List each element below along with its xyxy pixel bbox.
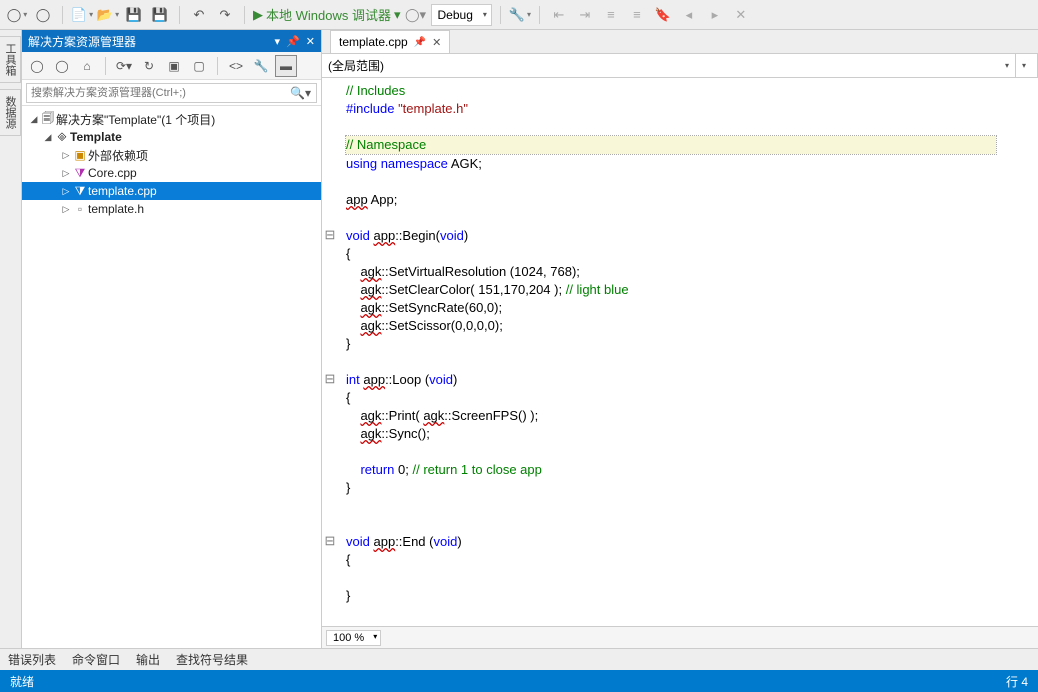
main-area: 工具箱 数据源 解决方案资源管理器 ▾ 📌 ✕ ◯ ◯ ⌂ ⟳▾ ↻ ▣ ▢ <… — [0, 30, 1038, 648]
sync-icon[interactable]: ⟳▾ — [113, 55, 135, 77]
zoom-select[interactable]: 100 % — [326, 630, 381, 646]
run-debug-button[interactable]: ▶ 本地 Windows 调试器 ▾ — [253, 5, 401, 24]
pin-icon[interactable]: 📌 — [414, 37, 426, 48]
project-node[interactable]: ◢🞜Template — [22, 128, 321, 146]
separator — [179, 6, 180, 24]
panel-title-text: 解决方案资源管理器 — [28, 33, 136, 50]
next-bookmark-button[interactable]: ▸ — [704, 4, 726, 26]
tab-template-cpp[interactable]: template.cpp 📌 ✕ — [330, 30, 450, 53]
separator — [217, 57, 218, 75]
editor-area: template.cpp 📌 ✕ (全局范围) ⊟⊟⊟ // Includes#… — [322, 30, 1038, 648]
left-dock-tabs: 工具箱 数据源 — [0, 30, 22, 648]
solution-node[interactable]: ◢🗐解决方案"Template"(1 个项目) — [22, 110, 321, 128]
panel-titlebar: 解决方案资源管理器 ▾ 📌 ✕ — [22, 30, 321, 52]
code-text[interactable]: // Includes#include "template.h" // Name… — [338, 78, 1038, 626]
tab-command[interactable]: 命令窗口 — [72, 651, 120, 668]
tab-errorlist[interactable]: 错误列表 — [8, 651, 56, 668]
fwd-icon[interactable]: ◯ — [51, 55, 73, 77]
separator — [62, 6, 63, 24]
open-button[interactable]: 📂 — [97, 4, 119, 26]
code-editor[interactable]: ⊟⊟⊟ // Includes#include "template.h" // … — [322, 78, 1038, 626]
separator — [500, 6, 501, 24]
close-tab-icon[interactable]: ✕ — [432, 36, 441, 49]
indent-out-button[interactable]: ⇤ — [548, 4, 570, 26]
config-select[interactable]: Debug — [431, 4, 492, 26]
tab-output[interactable]: 输出 — [136, 651, 160, 668]
bottom-dock-tabs: 错误列表 命令窗口 输出 查找符号结果 — [0, 648, 1038, 670]
prev-bookmark-button[interactable]: ◂ — [678, 4, 700, 26]
solution-tree: ◢🗐解决方案"Template"(1 个项目) ◢🞜Template ▷▣外部依… — [22, 106, 321, 648]
solution-explorer-panel: 解决方案资源管理器 ▾ 📌 ✕ ◯ ◯ ⌂ ⟳▾ ↻ ▣ ▢ <> 🔧 ▬ 🔍▾ — [22, 30, 322, 648]
scope-global-select[interactable]: (全局范围) — [322, 54, 1016, 77]
showall-icon[interactable]: ▢ — [188, 55, 210, 77]
panel-close-icon[interactable]: ✕ — [306, 35, 315, 48]
document-tabs: template.cpp 📌 ✕ — [322, 30, 1038, 54]
clear-bookmarks-button[interactable]: ✕ — [730, 4, 752, 26]
scope-bar: (全局范围) — [322, 54, 1038, 78]
save-button[interactable]: 💾 — [123, 4, 145, 26]
panel-toolbar: ◯ ◯ ⌂ ⟳▾ ↻ ▣ ▢ <> 🔧 ▬ — [22, 52, 321, 80]
run-settings-button[interactable]: ◯▾ — [405, 4, 427, 26]
datasources-tab[interactable]: 数据源 — [0, 89, 21, 136]
redo-button[interactable]: ↷ — [214, 4, 236, 26]
main-toolbar: ◯ ◯ 📄 📂 💾 💾 ↶ ↷ ▶ 本地 Windows 调试器 ▾ ◯▾ De… — [0, 0, 1038, 30]
run-label: 本地 Windows 调试器 — [266, 5, 391, 24]
status-left: 就绪 — [10, 673, 34, 690]
zoom-bar: 100 % — [322, 626, 1038, 648]
panel-search: 🔍▾ — [22, 80, 321, 106]
back-icon[interactable]: ◯ — [26, 55, 48, 77]
bookmark-button[interactable]: 🔖 — [652, 4, 674, 26]
status-bar: 就绪 行 4 — [0, 670, 1038, 692]
new-file-button[interactable]: 📄 — [71, 4, 93, 26]
viewcode-icon[interactable]: <> — [225, 55, 247, 77]
nav-fwd-button[interactable]: ◯ — [32, 4, 54, 26]
collapse-icon[interactable]: ▣ — [163, 55, 185, 77]
comment-button[interactable]: ≡ — [626, 4, 648, 26]
save-all-button[interactable]: 💾 — [149, 4, 171, 26]
search-icon[interactable]: 🔍▾ — [290, 86, 311, 100]
separator — [105, 57, 106, 75]
tree-item-template-cpp[interactable]: ▷⧩template.cpp — [22, 182, 321, 200]
refresh-icon[interactable]: ↻ — [138, 55, 160, 77]
tree-item-template-h[interactable]: ▷▫template.h — [22, 200, 321, 218]
tab-findsymbol[interactable]: 查找符号结果 — [176, 651, 248, 668]
properties-icon[interactable]: 🔧 — [250, 55, 272, 77]
home-icon[interactable]: ⌂ — [76, 55, 98, 77]
panel-menu-icon[interactable]: ▾ — [275, 35, 281, 48]
tool-button[interactable]: 🔧 — [509, 4, 531, 26]
outline-gutter[interactable]: ⊟⊟⊟ — [322, 78, 338, 626]
preview-icon[interactable]: ▬ — [275, 55, 297, 77]
nav-back-button[interactable]: ◯ — [6, 4, 28, 26]
indent-in-button[interactable]: ⇥ — [574, 4, 596, 26]
scope-member-select[interactable] — [1016, 54, 1038, 77]
format-button[interactable]: ≡ — [600, 4, 622, 26]
separator — [244, 6, 245, 24]
tree-item-core[interactable]: ▷⧩Core.cpp — [22, 164, 321, 182]
toolbox-tab[interactable]: 工具箱 — [0, 36, 21, 83]
panel-pin-icon[interactable]: 📌 — [286, 35, 300, 48]
search-input[interactable] — [26, 83, 317, 103]
status-right: 行 4 — [1006, 673, 1028, 690]
tree-item-external[interactable]: ▷▣外部依赖项 — [22, 146, 321, 164]
separator — [539, 6, 540, 24]
undo-button[interactable]: ↶ — [188, 4, 210, 26]
tab-label: template.cpp — [339, 35, 408, 49]
